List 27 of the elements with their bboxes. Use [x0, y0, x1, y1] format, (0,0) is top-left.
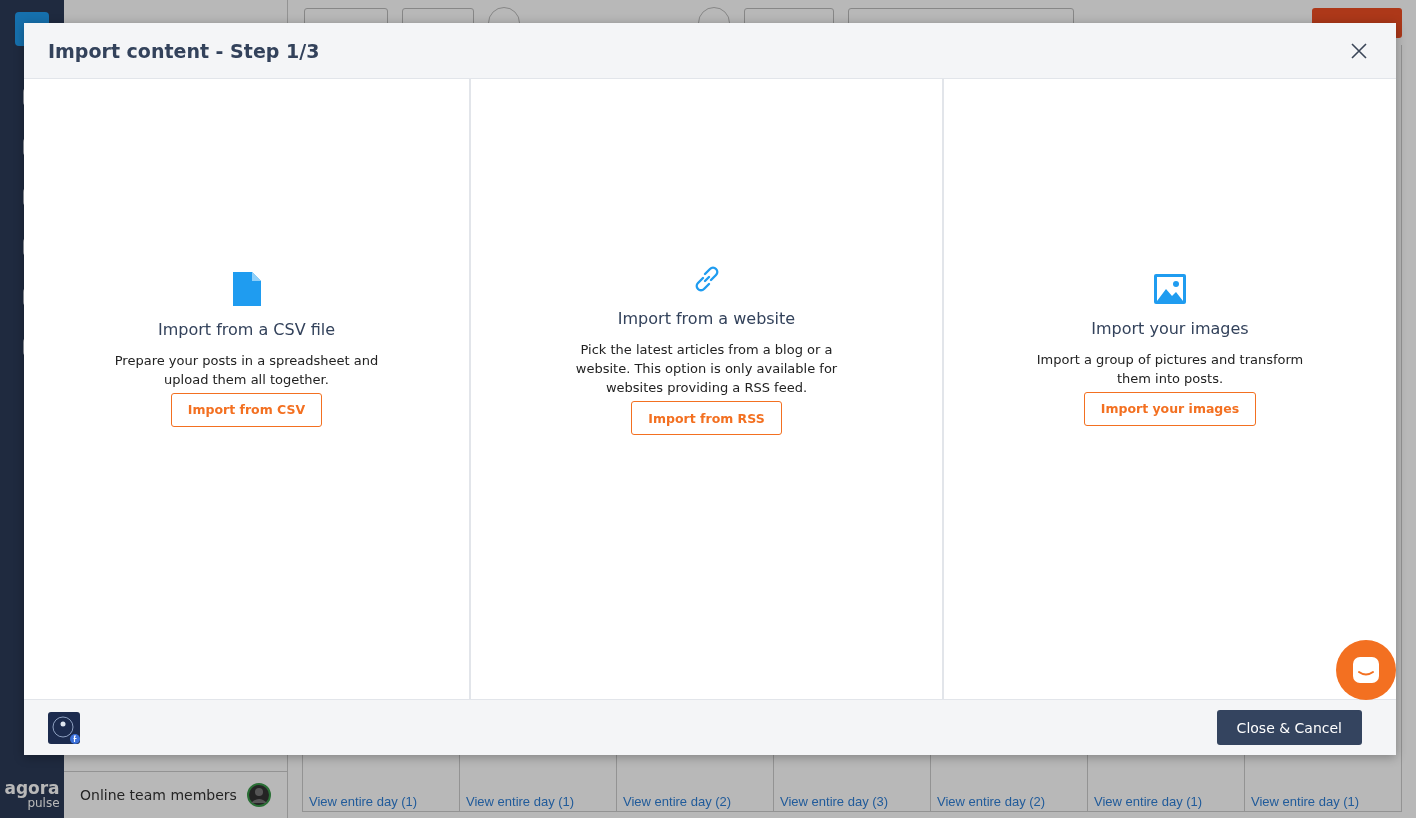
view-day-link[interactable]: View entire day (1) — [1094, 794, 1203, 809]
view-day-link[interactable]: View entire day (2) — [937, 794, 1046, 809]
logo-text: agora — [4, 779, 60, 797]
avatar-icon[interactable] — [247, 783, 271, 807]
view-day-link[interactable]: View entire day (3) — [780, 794, 889, 809]
option-title: Import from a website — [617, 309, 796, 328]
option-description: Prepare your posts in a spreadsheet and upload them all together. — [113, 351, 380, 389]
view-day-link[interactable]: View entire day (2) — [623, 794, 732, 809]
dialog-title: Import content - Step 1/3 — [48, 39, 320, 62]
import-button[interactable]: Import your images — [1083, 391, 1257, 426]
view-day-link[interactable]: View entire day (1) — [1251, 794, 1360, 809]
option-title: Import from a CSV file — [157, 319, 336, 339]
image-icon — [1153, 272, 1187, 305]
close-icon[interactable] — [1350, 41, 1368, 60]
chat-icon — [1351, 655, 1381, 685]
view-day-link[interactable]: View entire day (1) — [466, 794, 575, 809]
close-cancel-button[interactable]: Close & Cancel — [1216, 710, 1362, 745]
logo-subtext: pulse — [27, 796, 60, 810]
file-icon — [232, 271, 261, 306]
import-button[interactable]: Import from RSS — [631, 401, 782, 435]
import-button[interactable]: Import from CSV — [170, 392, 323, 427]
view-day-link[interactable]: View entire day (1) — [309, 794, 418, 809]
option-description: Import a group of pictures and transform them into posts. — [1035, 350, 1305, 388]
profile-avatar-icon[interactable] — [48, 711, 80, 744]
online-members-label: Online team members — [80, 787, 237, 803]
option-description: Pick the latest articles from a blog or a website. This option is only available for websites providing a RSS feed. — [574, 341, 839, 397]
option-title: Import your images — [1091, 318, 1249, 338]
